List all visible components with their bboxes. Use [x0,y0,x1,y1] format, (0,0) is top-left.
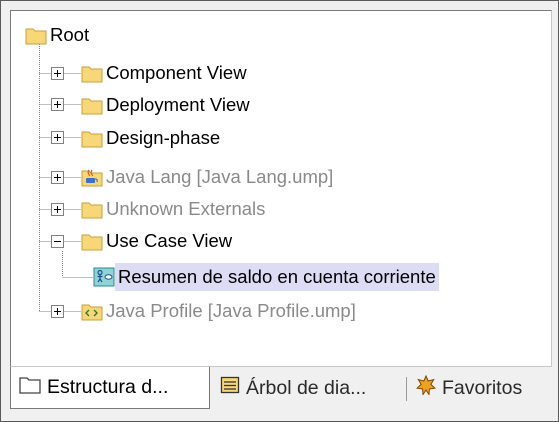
folder-icon [81,62,103,84]
tree-node-label: Root [50,24,90,45]
profile-package-icon [81,300,103,322]
model-tree-panel: Root Component View Deployment View Desi… [10,10,552,367]
expand-toggle[interactable] [51,131,64,144]
tree-node-java-lang[interactable]: Java Lang [Java Lang.ump] [81,163,336,191]
model-tree-window: Root Component View Deployment View Desi… [0,0,559,422]
tree-node-deployment-view[interactable]: Deployment View [81,91,253,119]
java-package-icon [81,166,103,188]
tree-node-label: Java Profile [Java Profile.ump] [106,300,356,321]
tree-node-label: Use Case View [106,230,233,251]
tab-label: Árbol de dia... [246,376,367,399]
diagram-tree-icon [220,375,240,401]
tree-node-label: Deployment View [106,94,250,115]
tree-node-java-profile[interactable]: Java Profile [Java Profile.ump] [81,297,359,325]
folder-icon [25,24,47,46]
folder-icon [81,94,103,116]
star-icon [415,374,437,401]
tab-arbol-de-diagramas[interactable]: Árbol de dia... [220,367,380,409]
tree-node-label: Java Lang [Java Lang.ump] [106,166,334,187]
folder-icon [81,127,103,149]
expand-toggle[interactable] [51,305,64,318]
tree-node-label: Design-phase [106,127,221,148]
tab-favoritos[interactable]: Favoritos [415,367,550,409]
use-case-diagram-icon [93,266,115,288]
folder-icon [81,198,103,220]
bottom-tab-bar: Estructura d... Árbol de dia... Favorito… [10,367,550,411]
tree-node-use-case-view[interactable]: Use Case View [81,227,235,255]
folder-icon [19,375,41,401]
folder-icon [81,230,103,252]
expand-toggle[interactable] [51,203,64,216]
expand-toggle[interactable] [51,67,64,80]
tab-label: Estructura d... [47,376,169,398]
tab-label: Favoritos [442,376,523,399]
collapse-toggle[interactable] [51,235,64,248]
tab-estructura[interactable]: Estructura d... [10,367,210,409]
tab-divider [406,377,407,401]
tree-node-label: Unknown Externals [106,198,266,219]
tree-node-unknown-externals[interactable]: Unknown Externals [81,195,268,223]
tree-node-label: Component View [106,62,247,83]
tree-node-design-phase[interactable]: Design-phase [81,124,223,152]
tree-node-component-view[interactable]: Component View [81,59,250,87]
tree-node-root[interactable]: Root [25,21,92,49]
expand-toggle[interactable] [51,98,64,111]
tree-node-label: Resumen de saldo en cuenta corriente [115,263,439,291]
tree-node-use-case-diagram[interactable]: Resumen de saldo en cuenta corriente [93,263,439,291]
expand-toggle[interactable] [51,171,64,184]
